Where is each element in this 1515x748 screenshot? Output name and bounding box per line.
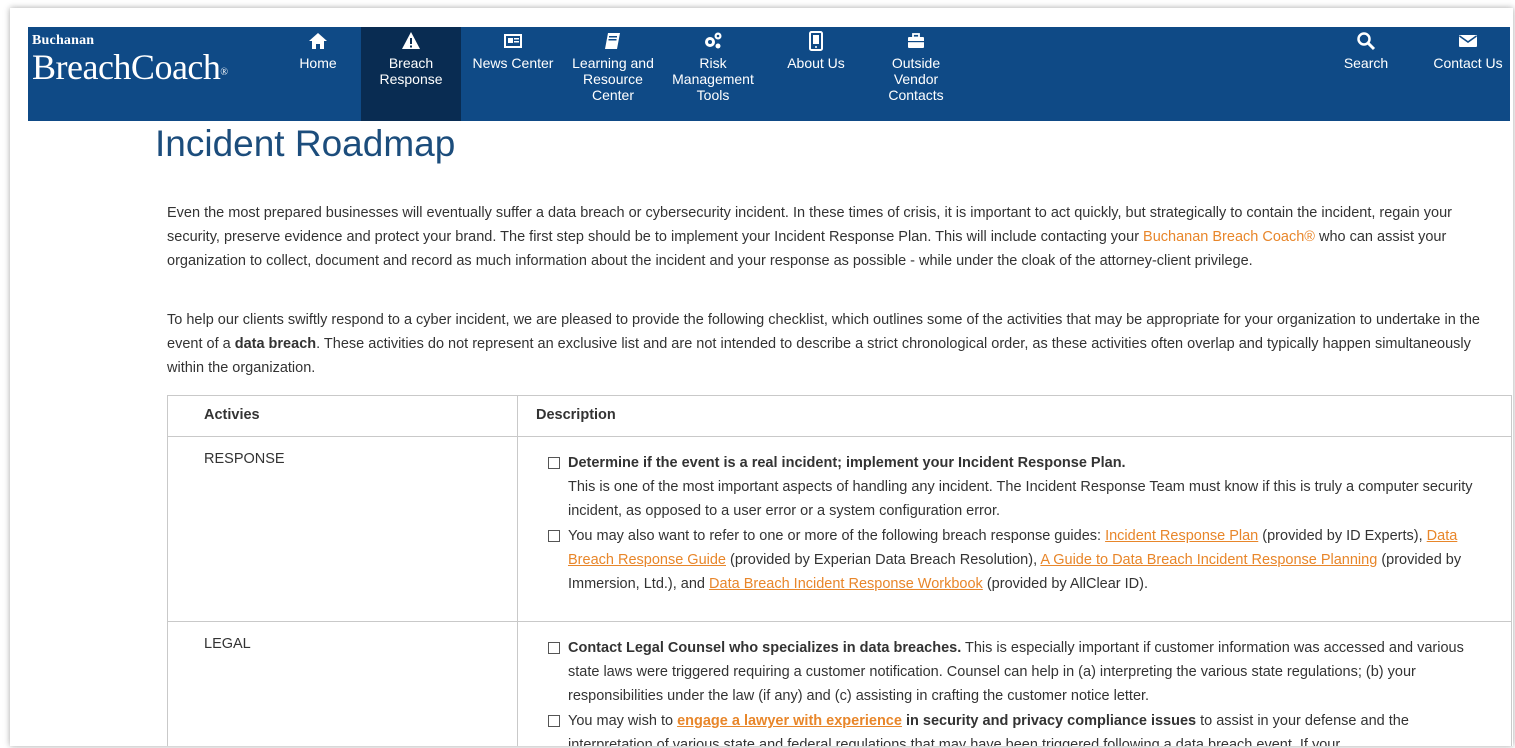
nav-about-us-label: About Us: [787, 55, 845, 71]
guide-incident-response-planning-link[interactable]: A Guide to Data Breach Incident Response…: [1040, 552, 1377, 568]
nav-home-label: Home: [299, 55, 337, 71]
briefcase-icon: [876, 31, 956, 51]
incident-response-plan-link[interactable]: Incident Response Plan: [1105, 528, 1258, 544]
activity-response: RESPONSE: [167, 436, 518, 622]
checkbox[interactable]: [548, 715, 560, 727]
roadmap-table: Activies Description RESPONSE Determine …: [167, 395, 1512, 746]
nav-news-center-label: News Center: [472, 55, 554, 71]
page-title: Incident Roadmap: [155, 123, 456, 164]
browser-frame: Buchanan BreachCoach® Home Breach Respon…: [10, 8, 1513, 746]
breachcoach-logo[interactable]: Buchanan BreachCoach®: [32, 33, 228, 87]
nav-home[interactable]: Home: [283, 27, 353, 121]
nav-risk-management-tools[interactable]: Risk Management Tools: [665, 27, 761, 121]
checklist-item: Contact Legal Counsel who specializes in…: [548, 636, 1481, 708]
description-response: Determine if the event is a real inciden…: [517, 436, 1512, 622]
table-header-row: Activies Description: [167, 395, 1512, 437]
checkbox[interactable]: [548, 457, 560, 469]
breach-coach-link[interactable]: Buchanan Breach Coach®: [1143, 229, 1315, 245]
nav-outside-vendor-contacts-label: Outside Vendor Contacts: [888, 55, 944, 103]
nav-risk-management-tools-label: Risk Management Tools: [672, 55, 754, 103]
tablet-icon: [776, 31, 856, 51]
nav-search[interactable]: Search: [1336, 27, 1396, 121]
nav-about-us[interactable]: About Us: [776, 27, 856, 121]
checkbox[interactable]: [548, 530, 560, 542]
nav-news-center[interactable]: News Center: [465, 27, 561, 121]
nav-contact-us-label: Contact Us: [1433, 55, 1503, 71]
logo-big-text: BreachCoach®: [32, 47, 228, 87]
checklist-item: Determine if the event is a real inciden…: [548, 451, 1481, 523]
checkbox[interactable]: [548, 642, 560, 654]
engage-lawyer-link[interactable]: engage a lawyer with experience: [677, 713, 902, 729]
activity-legal: LEGAL: [167, 621, 518, 746]
search-icon: [1336, 31, 1396, 51]
nav-breach-response-label: Breach Response: [379, 55, 443, 87]
nav-breach-response[interactable]: Breach Response: [361, 27, 461, 121]
header-activities: Activies: [167, 395, 518, 437]
incident-response-workbook-link[interactable]: Data Breach Incident Response Workbook: [709, 576, 983, 592]
top-navigation-bar: Buchanan BreachCoach® Home Breach Respon…: [28, 27, 1510, 121]
intro-paragraph: Even the most prepared businesses will e…: [167, 205, 1452, 269]
table-row: RESPONSE Determine if the event is a rea…: [167, 436, 1512, 622]
nav-outside-vendor-contacts[interactable]: Outside Vendor Contacts: [876, 27, 956, 121]
home-icon: [283, 31, 353, 51]
table-row: LEGAL Contact Legal Counsel who speciali…: [167, 621, 1512, 746]
description-legal: Contact Legal Counsel who specializes in…: [517, 621, 1512, 746]
envelope-icon: [1426, 31, 1510, 51]
warning-icon: [361, 31, 461, 51]
nav-search-label: Search: [1343, 55, 1389, 71]
nav-learning-resource-center[interactable]: Learning and Resource Center: [565, 27, 661, 121]
book-icon: [565, 31, 661, 51]
checklist-item: You may also want to refer to one or mor…: [548, 524, 1481, 596]
nav-contact-us[interactable]: Contact Us: [1426, 27, 1510, 121]
header-description: Description: [517, 395, 1512, 437]
gears-icon: [665, 31, 761, 51]
checklist-item: You may wish to engage a lawyer with exp…: [548, 709, 1481, 746]
nav-learning-resource-center-label: Learning and Resource Center: [572, 55, 654, 103]
newspaper-icon: [465, 31, 561, 51]
checklist-paragraph: To help our clients swiftly respond to a…: [167, 312, 1480, 376]
